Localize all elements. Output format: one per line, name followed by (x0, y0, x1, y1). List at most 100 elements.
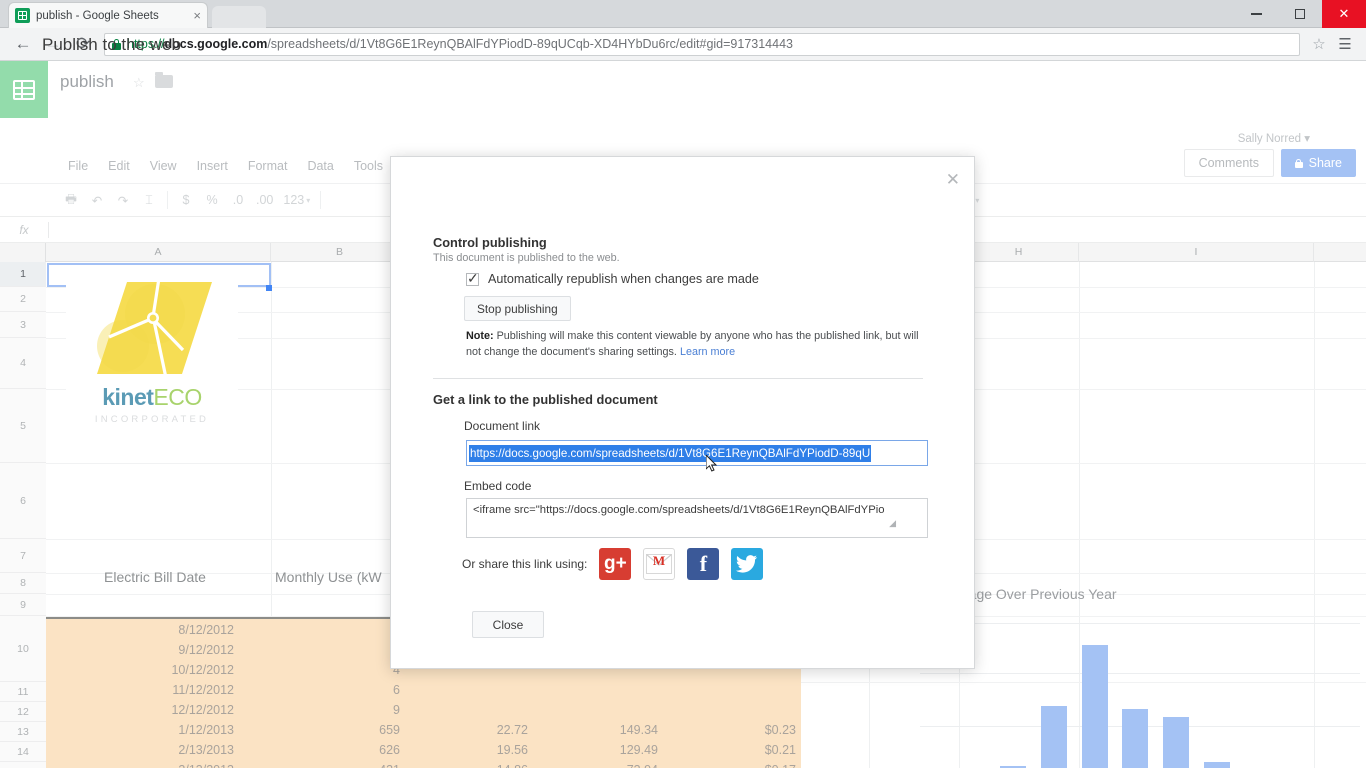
star-icon[interactable]: ☆ (133, 75, 145, 91)
share-button[interactable]: Share (1280, 149, 1356, 177)
row-header-15[interactable]: 15 (0, 762, 46, 768)
cell-use-7[interactable]: 626 (240, 743, 400, 757)
cell-use-2[interactable]: 3 (240, 643, 400, 657)
cell-d-6[interactable]: 149.34 (530, 723, 658, 737)
menu-edit[interactable]: Edit (98, 159, 140, 173)
auto-republish-checkbox[interactable] (466, 270, 479, 287)
auto-republish-row[interactable]: Automatically republish when changes are… (466, 270, 759, 287)
column-header-a[interactable]: A (46, 243, 271, 262)
cell-use-1[interactable]: 2 (240, 623, 400, 637)
facebook-icon[interactable]: f (687, 548, 720, 580)
cell-date-7[interactable]: 2/13/2013 (46, 743, 234, 757)
kineteco-logo-image[interactable]: kinetECO INCORPORATED (66, 266, 238, 444)
row-header-1[interactable]: 1 (0, 262, 46, 287)
menu-view[interactable]: View (140, 159, 187, 173)
google-plus-icon[interactable]: g+ (599, 548, 632, 580)
cell-date-5[interactable]: 12/12/2012 (46, 703, 234, 717)
percent-format-icon[interactable]: % (199, 187, 225, 213)
folder-icon[interactable] (155, 72, 173, 88)
user-account-label[interactable]: Sally Norred ▾ (1238, 131, 1310, 145)
chart-gridline (920, 623, 1360, 624)
column-header-h[interactable]: H (959, 243, 1079, 262)
row-header-2[interactable]: 2 (0, 287, 46, 312)
paint-format-icon[interactable]: ⌶ (136, 187, 162, 213)
cell-use-5[interactable]: 9 (240, 703, 400, 717)
row-header-4[interactable]: 4 (0, 338, 46, 389)
close-icon[interactable]: ✕ (946, 171, 960, 188)
more-formats-button[interactable]: 123 ▾ (278, 187, 315, 213)
cell-e-7[interactable]: $0.21 (660, 743, 796, 757)
chart-gridline (920, 673, 1360, 674)
cell-date-4[interactable]: 11/12/2012 (46, 683, 234, 697)
cell-c-7[interactable]: 19.56 (400, 743, 528, 757)
menu-tools[interactable]: Tools (344, 159, 393, 173)
column-header-b[interactable]: B (271, 243, 409, 262)
dialog-title: Publish to the web (42, 35, 181, 54)
learn-more-link[interactable]: Learn more (680, 346, 735, 358)
maximize-button[interactable] (1278, 0, 1322, 28)
currency-format-icon[interactable]: $ (173, 187, 199, 213)
embed-code-textarea[interactable]: <iframe src="https://docs.google.com/spr… (466, 498, 928, 538)
document-link-input[interactable]: https://docs.google.com/spreadsheets/d/1… (466, 440, 928, 466)
redo-icon[interactable]: ↷ (110, 187, 136, 213)
row-header-13[interactable]: 13 (0, 722, 46, 742)
print-icon[interactable]: 🖶 (58, 187, 84, 213)
chevron-down-icon[interactable]: ▾ (975, 196, 979, 205)
cell-date-1[interactable]: 8/12/2012 (46, 623, 234, 637)
bookmark-star-icon[interactable]: ☆ (1306, 35, 1332, 53)
browser-tab[interactable]: publish - Google Sheets × (8, 2, 208, 28)
cell-use-6[interactable]: 659 (240, 723, 400, 737)
stop-publishing-button[interactable]: Stop publishing (464, 296, 571, 321)
menu-file[interactable]: File (58, 159, 98, 173)
twitter-icon[interactable] (731, 548, 764, 580)
cell-use-4[interactable]: 6 (240, 683, 400, 697)
address-bar[interactable]: https://docs.google.com/spreadsheets/d/1… (104, 32, 1300, 56)
sheets-logo-icon[interactable] (0, 61, 48, 118)
undo-icon[interactable]: ↶ (84, 187, 110, 213)
dialog-close-button[interactable]: Close (472, 611, 544, 638)
cell-date-6[interactable]: 1/12/2013 (46, 723, 234, 737)
select-all-corner[interactable] (0, 243, 46, 262)
row-header-6[interactable]: 6 (0, 463, 46, 539)
row-header-12[interactable]: 12 (0, 702, 46, 722)
decrease-decimal-icon[interactable]: .0 (225, 187, 251, 213)
twitter-bird-glyph (736, 555, 758, 573)
window-close-button[interactable]: ✕ (1322, 0, 1366, 28)
minimize-button[interactable] (1234, 0, 1278, 28)
menu-insert[interactable]: Insert (187, 159, 238, 173)
comments-button[interactable]: Comments (1183, 149, 1274, 177)
cell-c-8[interactable]: 14.86 (400, 763, 528, 768)
cell-d-7[interactable]: 129.49 (530, 743, 658, 757)
fx-icon: fx (19, 222, 29, 237)
cell-date-2[interactable]: 9/12/2012 (46, 643, 234, 657)
row-header-9[interactable]: 9 (0, 594, 46, 616)
row-header-8[interactable]: 8 (0, 573, 46, 594)
cell-e-8[interactable]: $0.17 (660, 763, 796, 768)
document-title[interactable]: publish (60, 72, 114, 92)
row-header-14[interactable]: 14 (0, 742, 46, 762)
increase-decimal-icon[interactable]: .00 (251, 187, 278, 213)
row-header-3[interactable]: 3 (0, 312, 46, 338)
menu-data[interactable]: Data (297, 159, 343, 173)
cell-date-8[interactable]: 3/13/2013 (46, 763, 234, 768)
new-tab-button[interactable] (212, 6, 266, 28)
resize-handle-icon[interactable]: ◢ (889, 518, 896, 529)
back-icon[interactable]: ← (8, 30, 38, 58)
cell-d-8[interactable]: 73.94 (530, 763, 658, 768)
cell-date-3[interactable]: 10/12/2012 (46, 663, 234, 677)
fill-handle[interactable] (266, 285, 272, 291)
cell-use-3[interactable]: 4 (240, 663, 400, 677)
row-header-10[interactable]: 10 (0, 616, 46, 682)
row-header-7[interactable]: 7 (0, 539, 46, 573)
menu-format[interactable]: Format (238, 159, 298, 173)
browser-menu-icon[interactable]: ☰ (1332, 37, 1358, 52)
cell-c-6[interactable]: 22.72 (400, 723, 528, 737)
row-header-11[interactable]: 11 (0, 682, 46, 702)
row-header-5[interactable]: 5 (0, 389, 46, 463)
close-icon[interactable]: × (193, 9, 201, 22)
cell-use-8[interactable]: 431 (240, 763, 400, 768)
more-formats-label: 123 (283, 193, 305, 207)
column-header-i[interactable]: I (1079, 243, 1314, 262)
cell-e-6[interactable]: $0.23 (660, 723, 796, 737)
gmail-icon[interactable]: M (643, 548, 676, 580)
